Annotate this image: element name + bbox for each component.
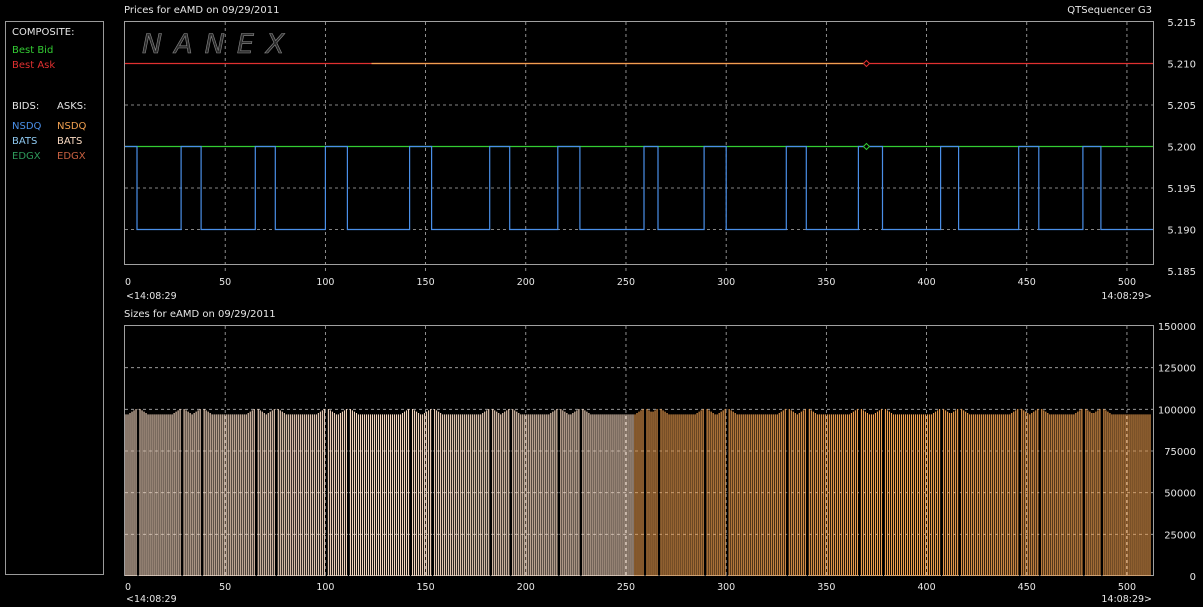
x-tick-label: 0 xyxy=(125,582,131,593)
y-tick-label: 5.210 xyxy=(1167,60,1196,71)
price-time-start: <14:08:29 xyxy=(126,291,177,302)
x-tick-label: 400 xyxy=(917,582,935,593)
x-tick-label: 450 xyxy=(1018,582,1036,593)
y-tick-label: 125000 xyxy=(1158,364,1196,375)
x-tick-label: 500 xyxy=(1118,582,1136,593)
y-tick-label: 75000 xyxy=(1164,447,1196,458)
charts-canvas: QTSequencer G3 Prices for eAMD on 09/29/… xyxy=(124,5,1196,605)
y-tick-label: 5.200 xyxy=(1167,143,1196,154)
price-time-end: 14:08:29> xyxy=(1101,291,1152,302)
x-tick-label: 350 xyxy=(817,277,835,288)
size-x-ticks: 0 50 100 150 200 250 300 350 400 450 500 xyxy=(125,582,1136,593)
x-tick-label: 300 xyxy=(717,277,735,288)
x-tick-label: 0 xyxy=(125,277,131,288)
x-tick-label: 150 xyxy=(417,277,435,288)
x-tick-label: 50 xyxy=(219,582,231,593)
price-chart-title: Prices for eAMD on 09/29/2011 xyxy=(124,5,279,16)
x-tick-label: 100 xyxy=(316,277,334,288)
x-tick-label: 200 xyxy=(517,277,535,288)
size-time-start: <14:08:29 xyxy=(126,594,177,605)
size-chart: Sizes for eAMD on 09/29/2011 0 50 100 150 20… xyxy=(124,309,1196,605)
y-tick-label: 5.185 xyxy=(1167,267,1196,278)
y-tick-label: 0 xyxy=(1190,572,1196,583)
x-tick-label: 350 xyxy=(817,582,835,593)
x-tick-label: 100 xyxy=(316,582,334,593)
y-tick-label: 50000 xyxy=(1164,489,1196,500)
price-x-ticks: 0 50 100 150 200 250 300 350 400 450 500 xyxy=(125,277,1136,288)
x-tick-label: 450 xyxy=(1018,277,1036,288)
x-tick-label: 150 xyxy=(417,582,435,593)
price-y-ticks: 5.215 5.210 5.205 5.200 5.195 5.190 5.185 xyxy=(1167,18,1196,278)
x-tick-label: 300 xyxy=(717,582,735,593)
nanex-watermark: NANEX xyxy=(142,29,296,60)
y-tick-label: 5.190 xyxy=(1167,226,1196,237)
x-tick-label: 250 xyxy=(617,582,635,593)
price-chart: Prices for eAMD on 09/29/2011 NANEX 0 50 1… xyxy=(124,5,1196,302)
x-tick-label: 50 xyxy=(219,277,231,288)
y-tick-label: 25000 xyxy=(1164,530,1196,541)
y-tick-label: 5.205 xyxy=(1167,101,1196,112)
size-y-ticks: 150000 125000 100000 75000 50000 25000 0 xyxy=(1158,322,1196,583)
y-tick-label: 5.195 xyxy=(1167,184,1196,195)
x-tick-label: 400 xyxy=(917,277,935,288)
x-tick-label: 500 xyxy=(1118,277,1136,288)
y-tick-label: 150000 xyxy=(1158,322,1196,333)
size-chart-title: Sizes for eAMD on 09/29/2011 xyxy=(124,309,276,320)
y-tick-label: 5.215 xyxy=(1167,18,1196,29)
size-time-end: 14:08:29> xyxy=(1101,594,1152,605)
x-tick-label: 250 xyxy=(617,277,635,288)
x-tick-label: 200 xyxy=(517,582,535,593)
app-title: QTSequencer G3 xyxy=(1067,5,1152,16)
y-tick-label: 100000 xyxy=(1158,405,1196,416)
